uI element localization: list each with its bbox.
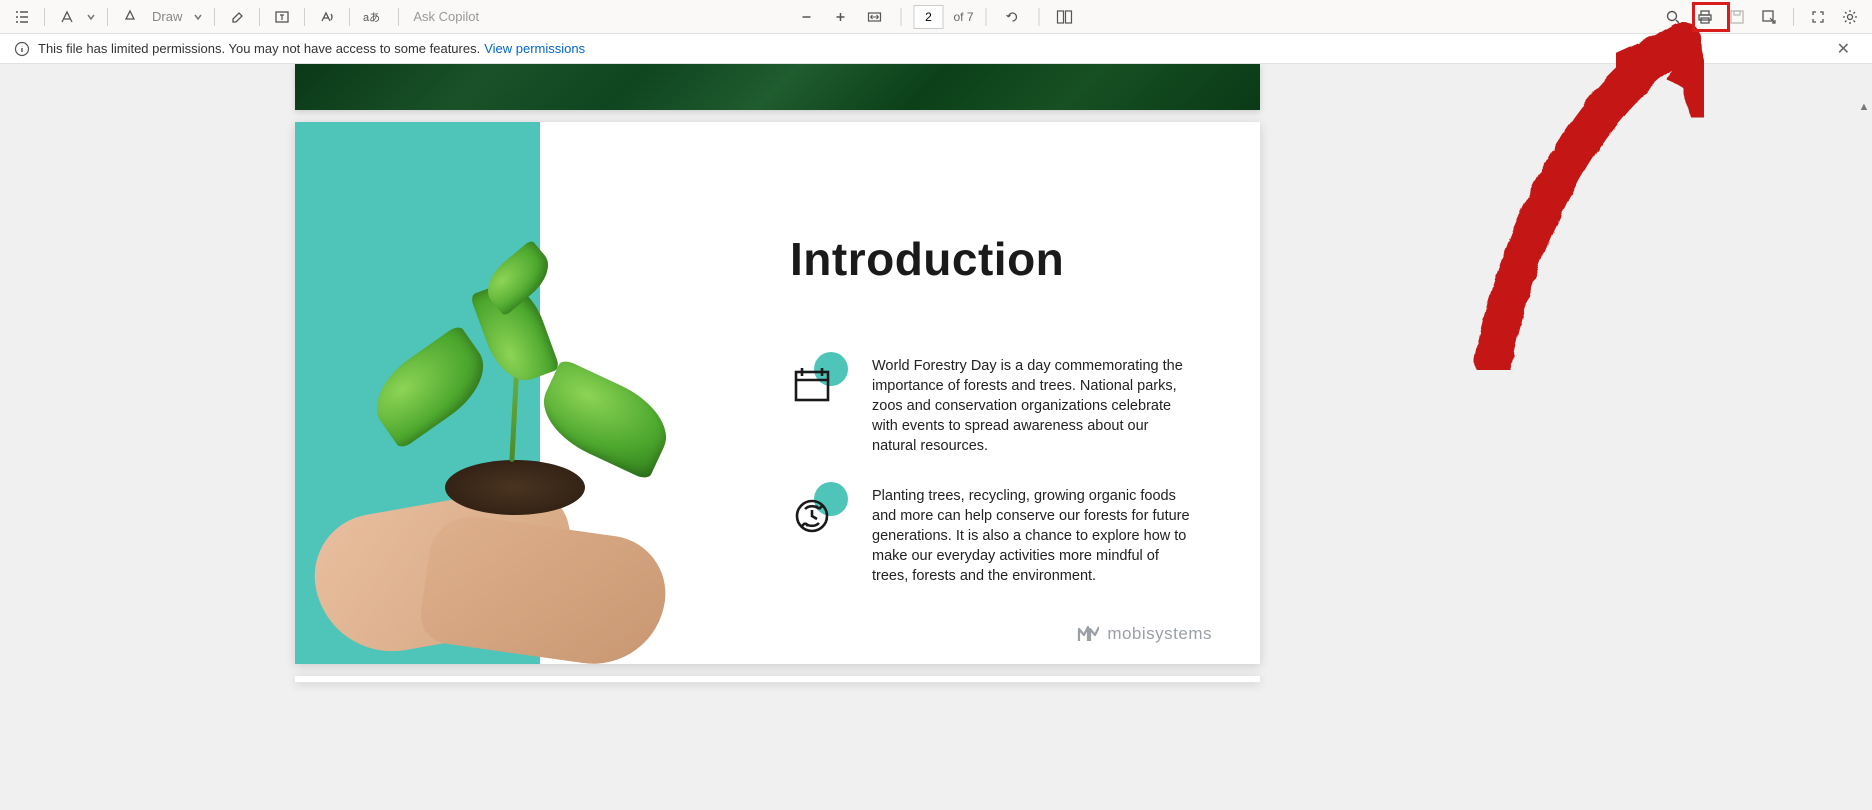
document-viewport[interactable]: ▲ Introduction <box>0 64 1872 810</box>
annotation-highlight-box <box>1692 2 1730 32</box>
page-total-label: of 7 <box>953 10 973 24</box>
highlight-icon[interactable] <box>53 3 81 31</box>
settings-icon[interactable] <box>1836 3 1864 31</box>
previous-slide-remnant <box>295 64 1260 110</box>
rotate-icon[interactable] <box>999 3 1027 31</box>
fullscreen-icon[interactable] <box>1804 3 1832 31</box>
slide-left-panel <box>295 122 540 664</box>
main-toolbar: Draw aあ Ask Copilot of 7 <box>0 0 1872 34</box>
calendar-icon <box>790 356 844 410</box>
zoom-out-icon[interactable] <box>792 3 820 31</box>
info-text-2: Planting trees, recycling, growing organ… <box>872 486 1192 586</box>
page-number-input[interactable] <box>913 5 943 29</box>
save-as-icon[interactable] <box>1755 3 1783 31</box>
zoom-in-icon[interactable] <box>826 3 854 31</box>
separator <box>398 8 399 26</box>
separator <box>107 8 108 26</box>
erase-icon[interactable] <box>223 3 251 31</box>
highlight-chevron-icon[interactable] <box>83 3 99 31</box>
draw-label[interactable]: Draw <box>146 9 188 24</box>
page-view-icon[interactable] <box>1052 3 1080 31</box>
separator <box>1793 8 1794 26</box>
brand-footer: mobisystems <box>1077 624 1212 644</box>
fit-width-icon[interactable] <box>860 3 888 31</box>
draw-icon[interactable] <box>116 3 144 31</box>
separator <box>349 8 350 26</box>
separator <box>304 8 305 26</box>
recycle-icon <box>790 486 844 540</box>
slide-content: Introduction World Forestry Day is a day… <box>540 122 1260 664</box>
close-bar-icon[interactable]: ✕ <box>1829 35 1858 63</box>
permissions-bar: This file has limited permissions. You m… <box>0 34 1872 64</box>
search-icon[interactable] <box>1659 3 1687 31</box>
copilot-input[interactable]: Ask Copilot <box>407 9 485 24</box>
mobisystems-logo-icon <box>1077 625 1099 643</box>
page-stack: Introduction World Forestry Day is a day… <box>295 64 1260 682</box>
separator <box>900 8 901 26</box>
permissions-message: This file has limited permissions. You m… <box>38 41 480 56</box>
brand-name: mobisystems <box>1107 624 1212 644</box>
info-text-1: World Forestry Day is a day commemoratin… <box>872 356 1192 456</box>
separator <box>986 8 987 26</box>
info-row-2: Planting trees, recycling, growing organ… <box>790 486 1200 586</box>
translate-icon[interactable]: aあ <box>358 3 390 31</box>
slide-introduction: Introduction World Forestry Day is a day… <box>295 122 1260 664</box>
toolbar-center-group: of 7 <box>792 3 1079 31</box>
contents-icon[interactable] <box>8 3 36 31</box>
view-permissions-link[interactable]: View permissions <box>484 41 585 56</box>
scroll-up-icon[interactable]: ▲ <box>1856 99 1872 115</box>
info-row-1: World Forestry Day is a day commemoratin… <box>790 356 1200 456</box>
separator <box>259 8 260 26</box>
svg-text:aあ: aあ <box>363 11 380 24</box>
info-icon <box>14 41 30 57</box>
draw-chevron-icon[interactable] <box>190 3 206 31</box>
read-aloud-icon[interactable] <box>313 3 341 31</box>
separator <box>214 8 215 26</box>
separator <box>44 8 45 26</box>
toolbar-right-group <box>1659 3 1864 31</box>
slide-title: Introduction <box>790 232 1200 286</box>
separator <box>1039 8 1040 26</box>
textbox-icon[interactable] <box>268 3 296 31</box>
toolbar-left-group: Draw aあ Ask Copilot <box>8 3 485 31</box>
